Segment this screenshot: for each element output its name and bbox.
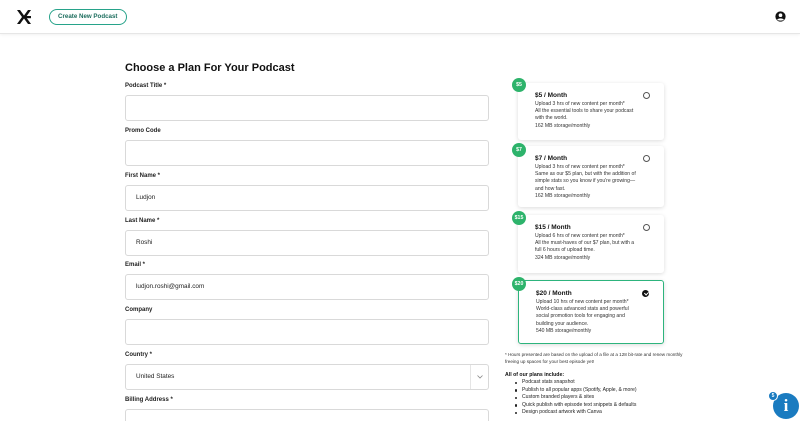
podcast-title-label: Podcast Title * <box>125 83 167 89</box>
brand-logo-icon[interactable] <box>16 9 32 25</box>
plan-name: $7 / Month <box>535 155 568 162</box>
plan-storage: 162 MB storage/monthly <box>535 122 591 129</box>
first-name-label: First Name * <box>125 173 161 179</box>
feature-item: Podcast stats snapshot <box>512 379 637 387</box>
plan-radio-7[interactable] <box>643 155 650 162</box>
plan-storage: 540 MB storage/monthly <box>536 327 592 334</box>
plan-description: All the must-haves of our $7 plan, but w… <box>535 240 635 254</box>
plan-badge-20: $20 <box>512 277 526 291</box>
country-select[interactable]: United States <box>125 364 489 390</box>
plan-card-5[interactable]: $5 / Month Upload 3 hrs of new content p… <box>518 83 664 140</box>
last-name-label: Last Name * <box>125 218 160 224</box>
chevron-down-icon[interactable] <box>470 365 488 389</box>
plan-name: $15 / Month <box>535 224 571 231</box>
promo-code-input[interactable] <box>125 140 489 166</box>
country-label: Country * <box>125 352 152 358</box>
company-input[interactable] <box>125 319 489 345</box>
feature-item: Quick publish with episode text snippets… <box>512 402 637 410</box>
plan-badge-7: $7 <box>512 143 526 157</box>
plan-storage: 324 MB storage/monthly <box>535 254 591 261</box>
plan-upload: Upload 10 hrs of new content per month* <box>536 299 629 305</box>
plan-radio-15[interactable] <box>643 224 650 231</box>
plan-card-15[interactable]: $15 / Month Upload 6 hrs of new content … <box>518 215 664 273</box>
plan-card-7[interactable]: $7 / Month Upload 3 hrs of new content p… <box>518 146 664 207</box>
user-account-icon[interactable] <box>775 11 786 22</box>
email-input[interactable]: ludjon.roshi@gmail.com <box>125 274 489 300</box>
plan-storage: 162 MB storage/monthly <box>535 192 591 199</box>
email-label: Email * <box>125 262 146 268</box>
plan-description: All the essential tools to share your po… <box>535 108 634 122</box>
first-name-input[interactable]: Ludjon <box>125 185 489 211</box>
plan-badge-5: $5 <box>512 78 526 92</box>
create-new-podcast-button[interactable]: Create New Podcast <box>49 9 127 25</box>
feature-item: Publish to all popular apps (Spotify, Ap… <box>512 387 637 395</box>
feature-item: Custom branded players & sites <box>512 394 637 402</box>
company-label: Company <box>125 307 153 313</box>
podcast-title-input[interactable] <box>125 95 489 121</box>
plan-description: World-class advanced stats and powerful … <box>536 306 629 327</box>
plan-radio-5[interactable] <box>643 92 650 99</box>
billing-address-label: Billing Address * <box>125 397 173 403</box>
country-select-value: United States <box>136 373 175 380</box>
plan-upload: Upload 6 hrs of new content per month* <box>535 233 625 239</box>
plan-upload: Upload 3 hrs of new content per month* <box>535 101 625 107</box>
plan-upload: Upload 3 hrs of new content per month* <box>535 164 625 170</box>
top-bar: Create New Podcast <box>0 0 800 34</box>
plan-name: $20 / Month <box>536 290 572 297</box>
plan-description: Same as our $5 plan, but with the additi… <box>535 171 636 192</box>
hours-footnote: * Hours presented are based on the uploa… <box>505 352 683 364</box>
help-notification-badge: 5 <box>768 391 778 401</box>
features-list: Podcast stats snapshot Publish to all po… <box>512 379 637 417</box>
plan-name: $5 / Month <box>535 92 568 99</box>
feature-item: Design podcast artwork with Canva <box>512 409 637 417</box>
plan-badge-15: $15 <box>512 211 526 225</box>
plan-radio-20[interactable] <box>642 290 649 297</box>
features-title: All of our plans include: <box>505 372 565 378</box>
page-title: Choose a Plan For Your Podcast <box>125 62 295 74</box>
plan-card-20[interactable]: $20 / Month Upload 10 hrs of new content… <box>518 280 664 344</box>
billing-address-input[interactable] <box>125 409 489 421</box>
last-name-input[interactable]: Roshi <box>125 230 489 256</box>
promo-code-label: Promo Code <box>125 128 161 134</box>
